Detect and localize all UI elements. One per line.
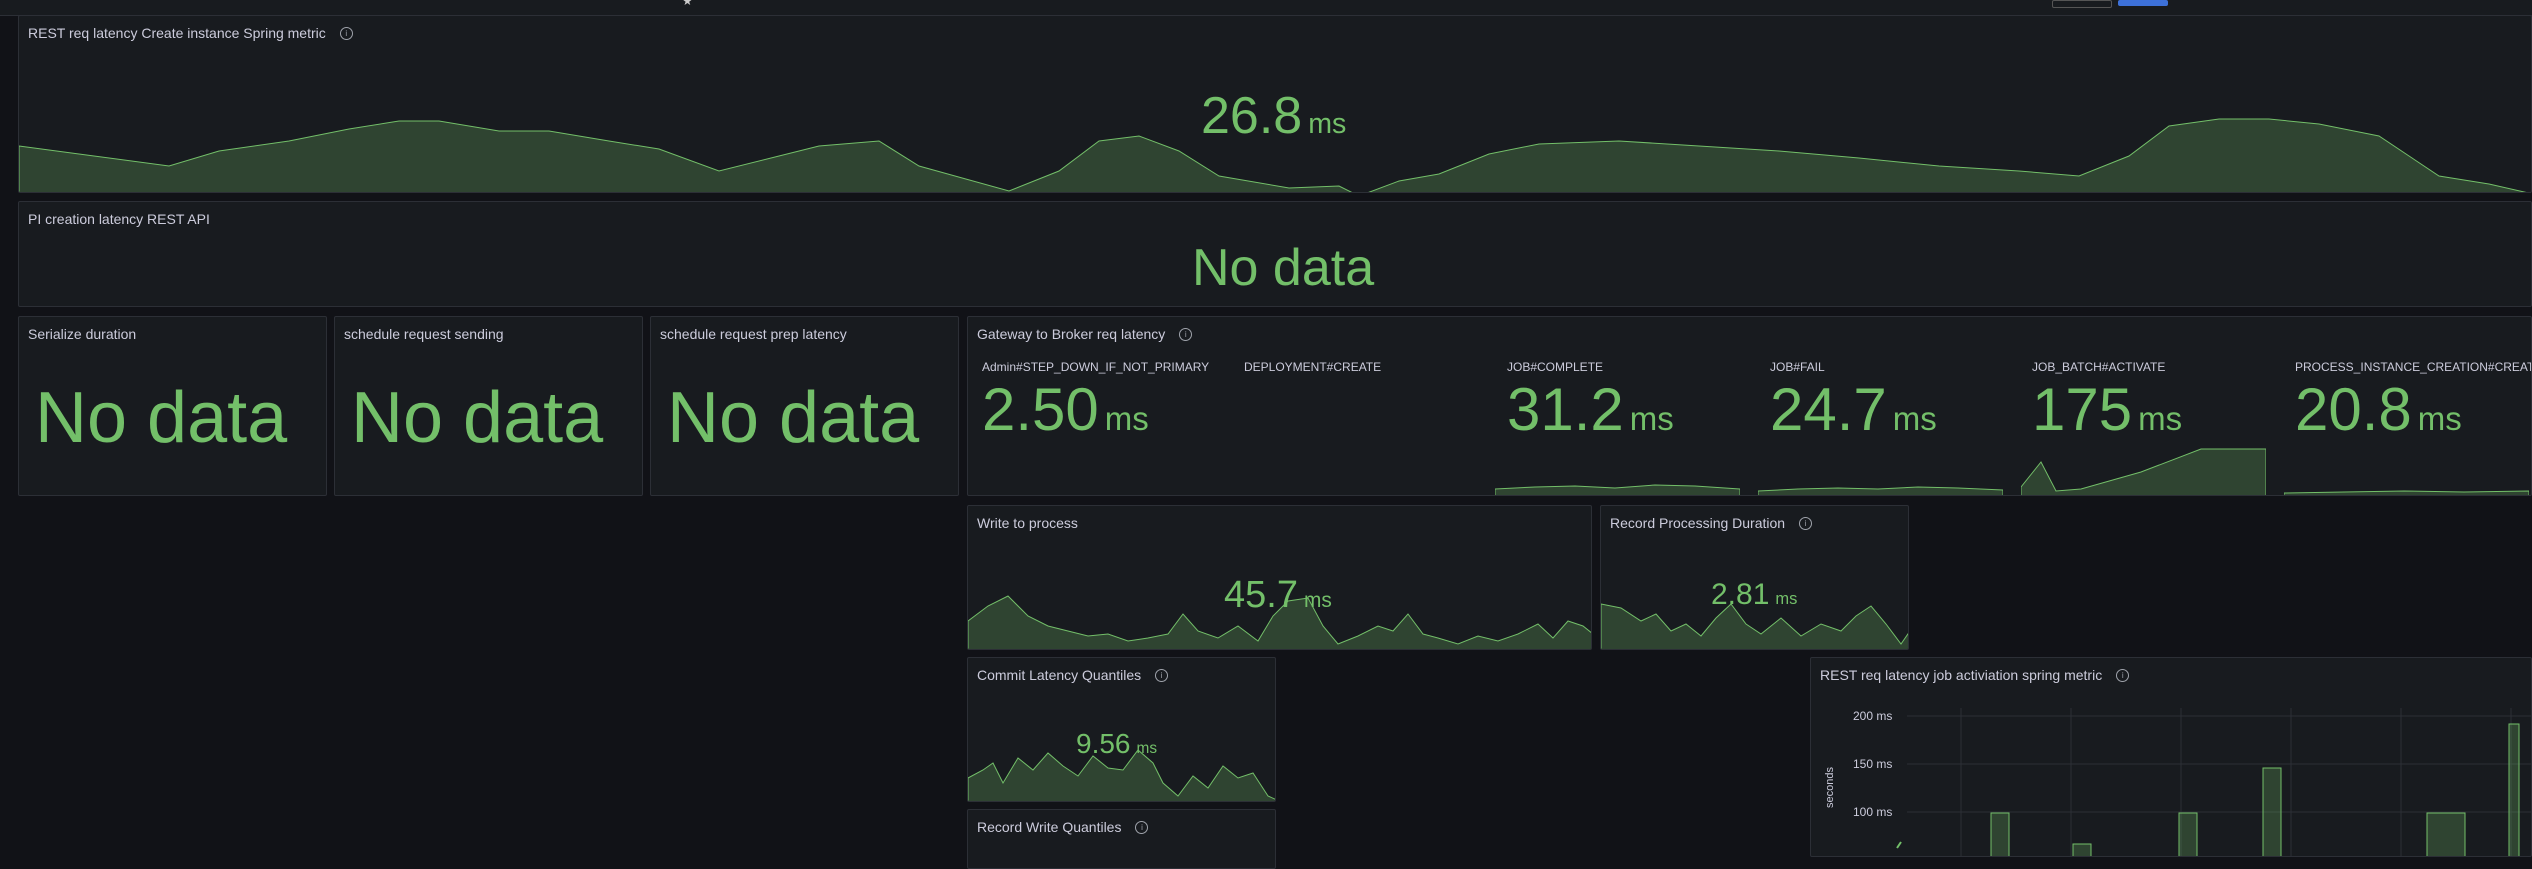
stat-value: 2.50 ms <box>982 376 1149 443</box>
panel-title: Record Write Quantiles i <box>977 819 1149 835</box>
info-icon[interactable]: i <box>1179 327 1193 341</box>
sparkline <box>1495 484 1740 495</box>
top-toolbar: ★ <box>0 0 2532 16</box>
info-icon[interactable]: i <box>1135 820 1149 834</box>
panel-rest-job-activation[interactable]: REST req latency job activiation spring … <box>1810 657 2532 857</box>
y-tick: 150 ms <box>1853 757 1892 771</box>
stat-label: JOB_BATCH#ACTIVATE <box>2032 360 2166 374</box>
panel-value: 9.56 ms <box>1076 728 1158 759</box>
sparkline <box>2021 448 2266 495</box>
panel-serialize-duration[interactable]: Serialize duration No data <box>18 316 327 496</box>
sparkline <box>2284 490 2529 495</box>
panel-record-processing-duration[interactable]: Record Processing Duration i 2.81 ms <box>1600 505 1909 650</box>
star-icon[interactable]: ★ <box>682 0 693 8</box>
stat-value: 20.8 ms <box>2295 376 2462 443</box>
stat-value: 24.7 ms <box>1770 376 1937 443</box>
stat-label: DEPLOYMENT#CREATE <box>1244 360 1382 374</box>
stat-label: JOB#COMPLETE <box>1507 360 1604 374</box>
panel-write-to-process[interactable]: Write to process 45.7 ms <box>967 505 1592 650</box>
sparkline <box>1758 486 2003 495</box>
time-series-graph: seconds 200 ms 150 ms 100 ms <box>1824 708 2531 856</box>
panel-record-write-quantiles[interactable]: Record Write Quantiles i <box>967 809 1276 869</box>
panel-title: schedule request prep latency <box>660 326 847 342</box>
stat-label: JOB#FAIL <box>1770 360 1825 374</box>
no-data-text: No data <box>1192 239 1375 297</box>
panel-commit-latency-quantiles[interactable]: Commit Latency Quantiles i 9.56 ms <box>967 657 1276 802</box>
y-axis-label: seconds <box>1824 767 1836 808</box>
panel-gateway-broker-latency[interactable]: Gateway to Broker req latency i Admin#ST… <box>967 316 2532 496</box>
no-data-text: No data <box>35 378 288 458</box>
panel-title: Gateway to Broker req latency i <box>977 326 1193 342</box>
panel-rest-create-instance[interactable]: REST req latency Create instance Spring … <box>18 15 2532 193</box>
panel-schedule-request-prep[interactable]: schedule request prep latency No data <box>650 316 959 496</box>
panel-value: 45.7 ms <box>1224 574 1332 616</box>
panel-value: 2.81 ms <box>1711 578 1798 611</box>
stat-label: Admin#STEP_DOWN_IF_NOT_PRIMARY <box>982 360 1210 374</box>
panel-title: PI creation latency REST API <box>28 211 210 227</box>
y-tick: 100 ms <box>1853 805 1892 819</box>
panel-pi-creation-latency[interactable]: PI creation latency REST API No data <box>18 201 2532 307</box>
panel-value: 26.8 ms <box>1201 87 1347 145</box>
panel-schedule-request-sending[interactable]: schedule request sending No data <box>334 316 643 496</box>
y-tick: 200 ms <box>1853 709 1892 723</box>
time-range-picker[interactable] <box>2052 0 2112 8</box>
no-data-text: No data <box>351 378 604 458</box>
refresh-button[interactable] <box>2118 0 2168 6</box>
stat-value: 31.2 ms <box>1507 376 1674 443</box>
panel-title: schedule request sending <box>344 326 504 342</box>
no-data-text: No data <box>667 378 920 458</box>
stat-label: PROCESS_INSTANCE_CREATION#CREATE <box>2295 360 2532 374</box>
panel-title: Serialize duration <box>28 326 137 342</box>
